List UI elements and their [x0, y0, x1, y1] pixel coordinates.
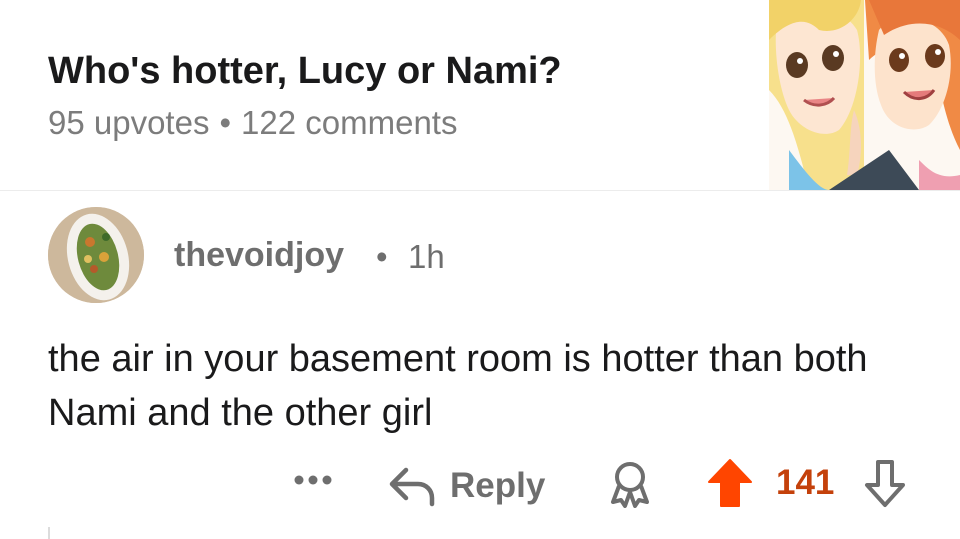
avatar-image: [48, 207, 144, 303]
upvote-icon: [708, 459, 752, 507]
comment-body: the air in your basement room is hotter …: [48, 338, 868, 434]
post-title[interactable]: Who's hotter, Lucy or Nami?: [48, 50, 562, 93]
header-divider: [0, 190, 960, 191]
username-separator: •: [376, 238, 388, 275]
reply-icon: [389, 467, 435, 507]
downvote-button[interactable]: [862, 459, 908, 514]
reply-label: Reply: [450, 466, 546, 505]
upvote-button[interactable]: [707, 458, 753, 513]
thread-line: [48, 527, 50, 539]
comment-count: 122 comments: [241, 104, 458, 141]
comment-username[interactable]: thevoidjoy: [174, 236, 344, 275]
post-thumbnail[interactable]: [769, 0, 960, 190]
award-button[interactable]: [607, 460, 653, 513]
avatar[interactable]: [48, 207, 144, 303]
award-icon: [611, 462, 649, 508]
more-options-button[interactable]: [293, 470, 333, 495]
vote-score: 141: [776, 463, 835, 502]
post-header[interactable]: Who's hotter, Lucy or Nami? 95 upvotes • 1…: [0, 0, 960, 190]
comment-age: 1h: [408, 238, 445, 275]
upvote-count: 95 upvotes: [48, 104, 210, 141]
anime-thumbnail-image: [769, 0, 960, 190]
more-icon: [294, 475, 332, 485]
meta-separator: •: [219, 104, 232, 141]
reply-button[interactable]: Reply: [388, 458, 545, 514]
post-meta: 95 upvotes • 122 comments: [48, 104, 457, 142]
downvote-icon: [865, 460, 905, 507]
